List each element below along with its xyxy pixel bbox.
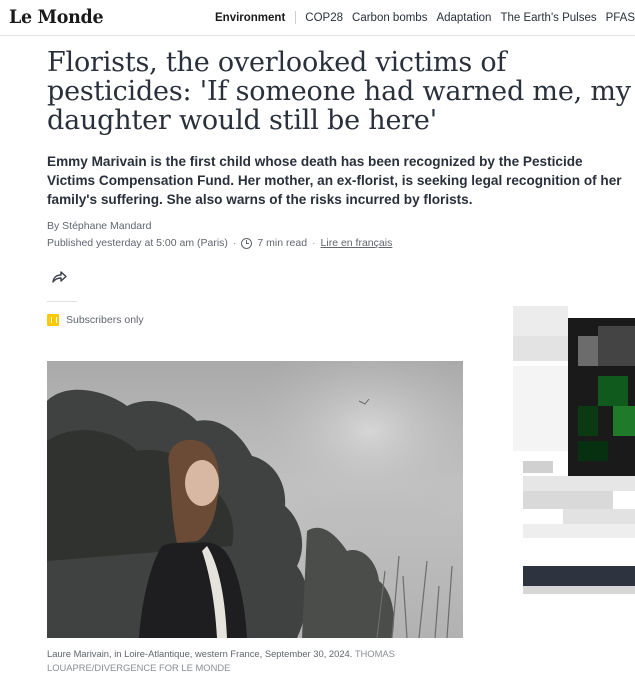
- subscribers-only-text: Subscribers only: [66, 314, 144, 326]
- french-version-link[interactable]: Lire en français: [321, 237, 393, 249]
- share-button[interactable]: [49, 268, 69, 286]
- nav-item-cop28[interactable]: COP28: [305, 12, 343, 24]
- section-nav: Environment COP28 Carbon bombs Adaptatio…: [215, 11, 635, 24]
- nav-section-environment[interactable]: Environment: [215, 12, 285, 24]
- subscribers-only-label: Subscribers only: [47, 314, 144, 326]
- nav-item-adaptation[interactable]: Adaptation: [436, 12, 491, 24]
- article-meta: Published yesterday at 5:00 am (Paris) ·…: [47, 237, 392, 249]
- caption-text: Laure Marivain, in Loire-Atlantique, wes…: [47, 648, 353, 659]
- clock-icon: [241, 237, 253, 249]
- advertisement-placeholder[interactable]: [503, 296, 635, 606]
- article-standfirst: Emmy Marivain is the first child whose d…: [47, 154, 622, 207]
- nav-item-earths-pulses[interactable]: The Earth's Pulses: [500, 12, 596, 24]
- published-date: Published yesterday at 5:00 am (Paris): [47, 237, 228, 249]
- article-byline[interactable]: By Stéphane Mandard: [47, 220, 152, 232]
- read-time: 7 min read: [257, 237, 308, 249]
- meta-separator: ·: [312, 237, 316, 249]
- photo-illustration: [47, 361, 463, 638]
- top-navigation-bar: Le Monde Environment COP28 Carbon bombs …: [0, 0, 635, 36]
- share-arrow-icon: [52, 271, 67, 283]
- subscriber-badge-icon: [47, 314, 59, 326]
- article-photo: [47, 361, 463, 638]
- le-monde-logo[interactable]: Le Monde: [9, 6, 104, 28]
- nav-item-pfas[interactable]: PFAS: [606, 12, 635, 24]
- photo-caption: Laure Marivain, in Loire-Atlantique, wes…: [47, 647, 447, 675]
- meta-separator: ·: [232, 237, 237, 249]
- nav-item-carbon-bombs[interactable]: Carbon bombs: [352, 12, 427, 24]
- divider: [47, 301, 77, 302]
- article-headline: Florists, the overlooked victims of pest…: [47, 47, 631, 136]
- nav-separator: [295, 11, 297, 24]
